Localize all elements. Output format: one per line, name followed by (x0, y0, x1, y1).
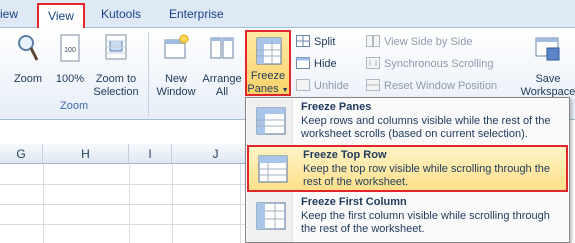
menu-item-freeze-first-column-title: Freeze First Column (301, 196, 407, 208)
magnifier-icon (18, 35, 39, 61)
zoom-selection-icon (105, 34, 127, 60)
row-gridline (0, 224, 260, 225)
freeze-top-row-icon (258, 155, 288, 183)
col-gridline (240, 164, 241, 243)
hide-window-icon (296, 57, 310, 69)
menu-item-freeze-top-row[interactable]: Freeze Top Row Keep the top row visible … (247, 145, 568, 192)
reset-window-position-label: Reset Window Position (384, 80, 498, 92)
menu-item-freeze-first-column-desc: Keep the first column visible while scro… (301, 210, 550, 235)
hide-label: Hide (314, 58, 337, 70)
save-workspace-button[interactable]: Save Workspace (520, 32, 575, 99)
menu-item-freeze-top-row-title: Freeze Top Row (303, 149, 387, 161)
freeze-panes-button[interactable]: Freeze Panes ▼ (245, 30, 291, 96)
zoom-label: Zoom (13, 73, 43, 85)
freeze-panes-label-2: Panes ▼ (247, 83, 289, 97)
freeze-panes-label-1: Freeze (250, 70, 286, 82)
unhide-button[interactable]: Unhide (296, 78, 349, 95)
col-gridline (129, 164, 130, 243)
zoom-button[interactable]: Zoom (10, 32, 46, 86)
reset-position-icon (366, 79, 380, 91)
col-gridline (43, 164, 44, 243)
freeze-panes-label-2-text: Panes (247, 83, 279, 95)
menu-item-freeze-panes-title: Freeze Panes (301, 101, 372, 113)
svg-text:100: 100 (64, 47, 76, 54)
reset-window-position-button[interactable]: Reset Window Position (366, 78, 497, 95)
zoom-to-selection-label-1: Zoom to (95, 73, 137, 85)
hide-button[interactable]: Hide (296, 56, 337, 73)
arrange-all-button[interactable]: Arrange All (200, 32, 244, 99)
synchronous-scrolling-label: Synchronous Scrolling (384, 58, 494, 70)
freeze-panes-icon (256, 37, 282, 65)
new-window-button[interactable]: New Window (155, 32, 197, 99)
zoom-100-label: 100% (55, 73, 85, 85)
menu-item-freeze-panes[interactable]: Freeze Panes Keep rows and columns visib… (247, 99, 568, 146)
unhide-label: Unhide (314, 80, 349, 92)
side-by-side-icon (366, 35, 380, 47)
synchronous-scrolling-button[interactable]: Synchronous Scrolling (366, 56, 493, 73)
new-window-label-1: New (164, 73, 187, 85)
worksheet-area[interactable]: G H I J (0, 120, 260, 243)
column-header-g[interactable]: G (0, 144, 43, 164)
column-header-i[interactable]: I (129, 144, 172, 164)
group-separator (148, 32, 149, 116)
tab-view-label: View (48, 9, 74, 23)
split-label: Split (314, 36, 336, 48)
arrange-all-label-2: All (215, 86, 229, 98)
menu-item-freeze-top-row-desc: Keep the top row visible while scrolling… (303, 163, 551, 188)
arrange-all-icon (210, 37, 234, 59)
new-window-label-2: Window (156, 86, 196, 98)
sync-scroll-icon (366, 57, 380, 69)
split-button[interactable]: Split (296, 34, 335, 51)
zoom-to-selection-label-2: Selection (93, 86, 139, 98)
zoom-100-button[interactable]: 100 100% (52, 32, 88, 86)
save-workspace-icon (535, 37, 560, 61)
view-side-by-side-label: View Side by Side (384, 36, 473, 48)
freeze-first-column-icon (256, 202, 286, 230)
zoom-group-label: Zoom (60, 100, 89, 112)
view-side-by-side-button[interactable]: View Side by Side (366, 34, 472, 51)
tab-view[interactable]: View (37, 3, 85, 29)
col-gridline (172, 164, 173, 243)
page-100-icon: 100 (60, 34, 80, 62)
row-gridline (0, 204, 260, 205)
tab-enterprise[interactable]: Enterprise (169, 7, 224, 21)
arrange-all-label-1: Arrange (202, 73, 242, 85)
column-header-h[interactable]: H (43, 144, 129, 164)
zoom-to-selection-button[interactable]: Zoom to Selection (90, 32, 142, 99)
new-window-icon (164, 34, 189, 59)
row-gridline (0, 184, 260, 185)
menu-item-freeze-panes-desc: Keep rows and columns visible while the … (301, 115, 551, 140)
freeze-panes-menu: Freeze Panes Keep rows and columns visib… (245, 97, 570, 243)
chevron-down-icon: ▼ (281, 87, 289, 94)
tab-review-partial[interactable]: iew (0, 7, 18, 21)
tab-kutools[interactable]: Kutools (101, 7, 141, 21)
freeze-panes-menu-icon (256, 107, 286, 135)
split-icon (296, 35, 310, 47)
menu-item-freeze-first-column[interactable]: Freeze First Column Keep the first colum… (247, 194, 568, 241)
save-workspace-label-1: Save (535, 73, 561, 85)
ribbon-tabs: iew View Kutools Enterprise (0, 0, 575, 29)
unhide-window-icon (296, 79, 310, 91)
